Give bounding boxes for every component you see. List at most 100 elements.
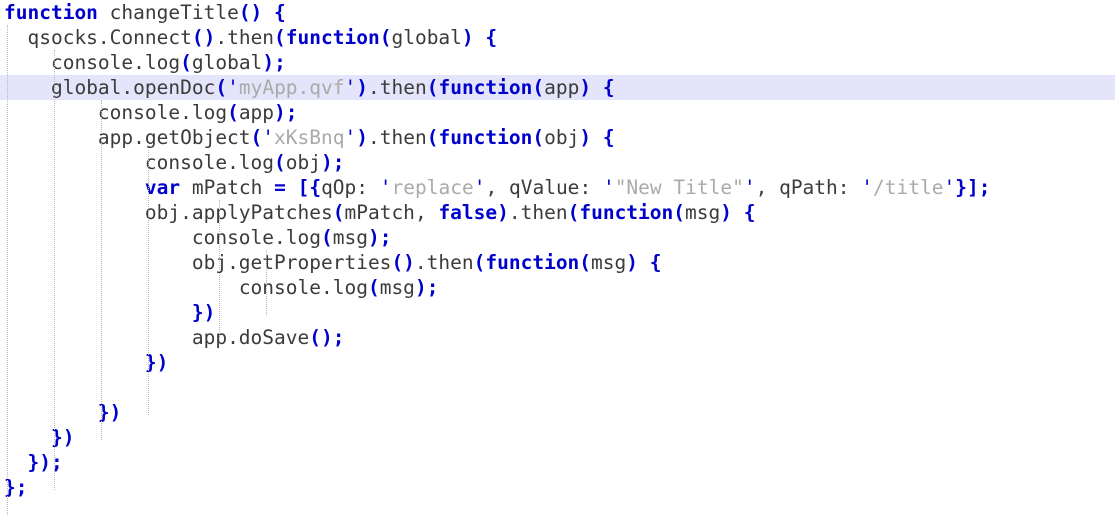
token-pn: ) — [356, 126, 368, 149]
token-pl: : — [579, 176, 592, 199]
code-line[interactable]: }); — [0, 450, 62, 475]
token-id: app.doSave — [191, 326, 310, 349]
code-line[interactable]: console.log(msg); — [0, 275, 439, 300]
token-pn: { — [743, 201, 756, 224]
token-pn: ) — [274, 101, 286, 124]
code-line[interactable]: }) — [0, 400, 121, 425]
code-line[interactable]: console.log(obj); — [0, 150, 345, 175]
token-pn: () — [238, 1, 263, 24]
code-line[interactable] — [0, 375, 16, 400]
token-id: console.log — [97, 101, 228, 124]
token-id: msg — [332, 226, 368, 249]
token-pn: ( — [227, 101, 239, 124]
token-pn: { — [602, 126, 615, 149]
code-line[interactable]: global.openDoc('myApp.qvf').then(functio… — [0, 75, 615, 100]
token-id: changeTitle — [109, 1, 239, 24]
code-line[interactable]: var mPatch = [{qOp: 'replace', qValue: '… — [0, 175, 991, 200]
token-pn: }) — [50, 426, 75, 449]
token-id: console.log — [191, 226, 321, 249]
token-qt: ' — [227, 76, 239, 99]
token-id: msg — [591, 251, 627, 274]
code-line[interactable]: obj.applyPatches(mPatch, false).then(fun… — [0, 200, 756, 225]
token-qt: ' — [379, 176, 392, 199]
token-pn: ) — [579, 76, 592, 99]
token-id: msg — [379, 276, 415, 299]
code-line[interactable]: qsocks.Connect().then(function(global) { — [0, 25, 497, 50]
token-pn: ) — [414, 276, 427, 299]
token-st: myApp.qvf — [238, 76, 345, 99]
token-pn: ; — [978, 176, 991, 199]
token-pn: ( — [673, 201, 686, 224]
code-line[interactable]: app.doSave(); — [0, 325, 345, 350]
code-editor[interactable]: function changeTitle() { qsocks.Connect(… — [0, 0, 1115, 515]
token-pn: ( — [250, 126, 263, 149]
token-id: app — [544, 76, 580, 99]
token-id: qOp — [321, 176, 357, 199]
token-pn: () — [191, 26, 216, 49]
token-pn: ( — [274, 26, 286, 49]
code-line[interactable]: }) — [0, 425, 74, 450]
token-pn: { — [649, 251, 662, 274]
code-line[interactable]: console.log(app); — [0, 100, 298, 125]
token-pn: }] — [955, 176, 979, 199]
token-id: .then — [368, 76, 427, 99]
token-kw: function — [4, 1, 98, 24]
token-pn: ; — [426, 276, 439, 299]
token-pn: ) — [356, 76, 369, 99]
token-kw: function — [579, 201, 674, 224]
token-pn: ) — [720, 201, 732, 224]
code-line[interactable]: console.log(msg); — [0, 225, 392, 250]
token-pn: ( — [379, 26, 392, 49]
token-pn: } — [4, 476, 16, 499]
token-pn: { — [485, 26, 498, 49]
token-pn: () — [309, 326, 333, 349]
token-id: qValue — [508, 176, 580, 199]
token-pn: ( — [532, 126, 545, 149]
token-id: obj.getProperties — [191, 251, 392, 274]
token-pn: ( — [579, 251, 592, 274]
token-kw: false — [438, 201, 498, 224]
token-pn: [{ — [297, 176, 322, 199]
token-id: mPatch — [191, 176, 263, 199]
token-id: obj.applyPatches — [144, 201, 333, 224]
token-pn: ( — [332, 201, 345, 224]
token-pn: ; — [285, 101, 298, 124]
token-pl: , — [755, 176, 768, 199]
token-kw: function — [285, 26, 380, 49]
token-id: console.log — [50, 51, 181, 74]
code-line[interactable]: }) — [0, 300, 215, 325]
token-pn: ; — [15, 476, 28, 499]
token-pn: ; — [332, 151, 345, 174]
token-id: global — [191, 51, 263, 74]
code-line[interactable]: app.getObject('xKsBnq').then(function(ob… — [0, 125, 615, 150]
token-qt: ' — [743, 176, 756, 199]
code-line[interactable]: obj.getProperties().then(function(msg) { — [0, 250, 662, 275]
code-line[interactable]: console.log(global); — [0, 50, 286, 75]
token-id: .then — [215, 26, 275, 49]
token-pl: , — [485, 176, 498, 199]
code-line[interactable]: }) — [0, 350, 168, 375]
code-line[interactable]: }; — [0, 475, 28, 500]
code-line[interactable]: function changeTitle() { — [0, 0, 286, 25]
token-pn: ) — [367, 226, 380, 249]
